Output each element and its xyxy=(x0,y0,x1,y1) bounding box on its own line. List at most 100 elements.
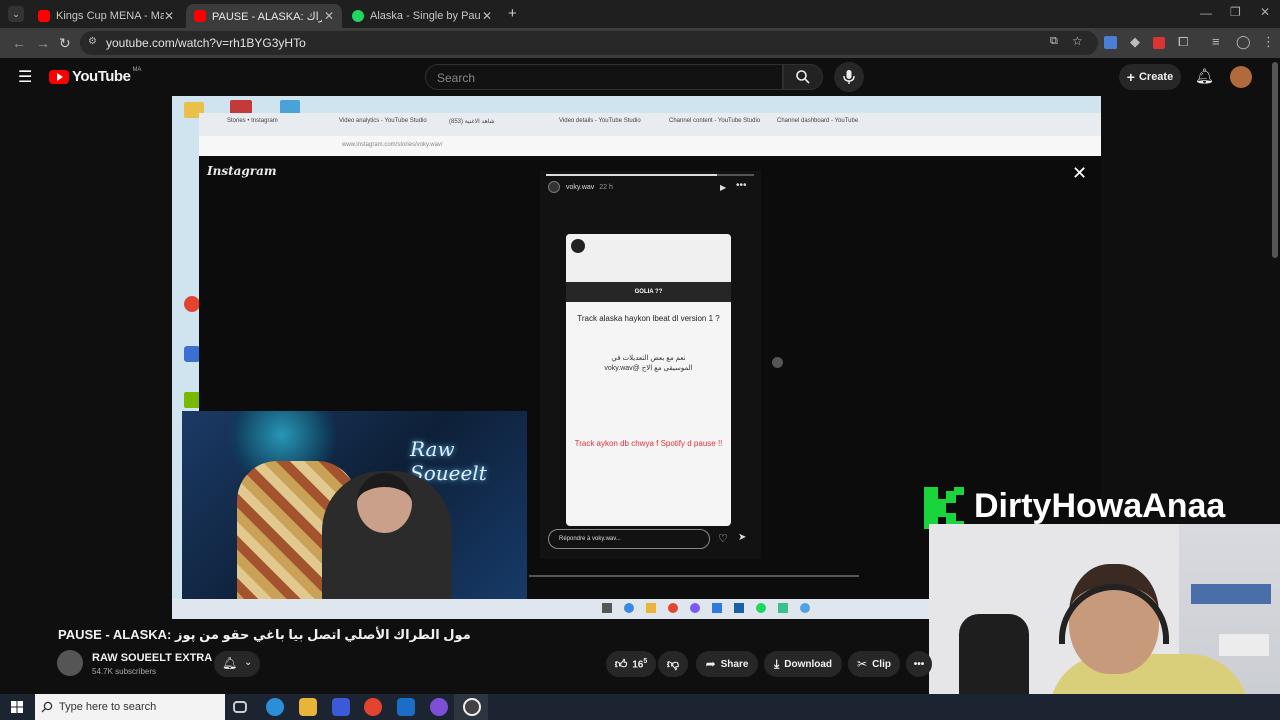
channel-avatar[interactable] xyxy=(57,650,83,676)
chrome-icon[interactable] xyxy=(364,698,382,716)
inner-taskbar-icon xyxy=(690,603,700,613)
card-answer-line2: voky.wav@ الموسيقى مع الاخ xyxy=(604,365,693,372)
taskbar-search-input[interactable]: Type here to search xyxy=(35,694,225,720)
search-icon xyxy=(41,701,53,713)
download-button[interactable]: ⤓ Download xyxy=(764,651,842,677)
profile-icon[interactable]: ◯ xyxy=(1236,34,1251,50)
outlook-icon[interactable] xyxy=(397,698,415,716)
extension-icon[interactable]: ◆ xyxy=(1130,34,1140,50)
app-icon[interactable] xyxy=(430,698,448,716)
story-more-icon: ••• xyxy=(736,180,747,191)
inner-tab: Video details - YouTube Studio xyxy=(559,118,641,124)
create-button[interactable]: + Create xyxy=(1119,64,1181,90)
story-avatar xyxy=(548,181,560,193)
story-username: voky.wav xyxy=(566,184,595,191)
microphone-icon xyxy=(843,70,855,84)
instagram-logo: Instagram xyxy=(207,164,277,178)
browser-toolbar: ← → ↻ ⚙ youtube.com/watch?v=rh1BYG3yHTo … xyxy=(0,28,1280,58)
inner-taskbar-icon xyxy=(778,603,788,613)
tab-title: Alaska - Single by Pause | Spotify xyxy=(370,10,480,22)
search-button[interactable] xyxy=(783,64,823,90)
install-app-icon[interactable]: ⧉ xyxy=(1050,35,1058,48)
like-button[interactable]: 👍︎ 165 xyxy=(606,651,656,677)
inner-taskbar-icon xyxy=(602,603,612,613)
reload-icon[interactable]: ↻ xyxy=(59,35,71,52)
windows-taskbar: Type here to search xyxy=(0,694,1280,720)
youtube-favicon-icon xyxy=(194,10,206,22)
notifications-bell-icon[interactable]: 🔔︎ xyxy=(1195,67,1214,85)
inner-taskbar-icon xyxy=(668,603,678,613)
extensions-puzzle-icon[interactable]: ⧠ xyxy=(1178,34,1188,50)
youtube-header: ☰ YouTube MA Search + Create 🔔︎ xyxy=(0,58,1280,96)
minimize-icon[interactable]: — xyxy=(1200,6,1212,20)
overlay-brand: DirtyHowaAnaa xyxy=(922,487,1280,529)
subscriber-count: 54.7K subscribers xyxy=(92,667,157,676)
voice-search-button[interactable] xyxy=(834,62,864,92)
window-close-icon[interactable]: ✕ xyxy=(1260,5,1270,19)
windows-start-icon[interactable] xyxy=(11,701,23,713)
microsoft-store-icon[interactable] xyxy=(332,698,350,716)
close-icon[interactable]: ✕ xyxy=(324,9,334,23)
card-header-area xyxy=(566,234,731,282)
share-icon: ➦ xyxy=(705,657,716,671)
user-avatar[interactable] xyxy=(1230,66,1252,88)
menu-kebab-icon[interactable]: ⋮ xyxy=(1262,34,1275,50)
story-question-card: GOLIA ?? Track alaska haykon lbeat dl ve… xyxy=(566,234,731,526)
story-close-icon: ✕ xyxy=(1072,163,1088,183)
instagram-story: voky.wav 22 h ▶ ••• GOLIA ?? Track alask… xyxy=(540,171,761,559)
omnibox[interactable]: ⚙ youtube.com/watch?v=rh1BYG3yHTo ⧉ ☆ xyxy=(80,31,1098,55)
create-label: Create xyxy=(1138,71,1174,83)
more-icon: ••• xyxy=(913,658,925,670)
share-button[interactable]: ➦ Share xyxy=(696,651,758,677)
hamburger-menu-icon[interactable]: ☰ xyxy=(18,67,32,87)
inner-tab: (853) شاهد الاغنية xyxy=(449,119,495,125)
inner-url-text: www.instagram.com/stories/voky.wav/ xyxy=(342,142,443,148)
close-icon[interactable]: ✕ xyxy=(482,9,492,23)
active-app-indicator xyxy=(454,694,488,720)
card-red-text: Track aykon db chwya f Spotify d pause !… xyxy=(574,439,723,448)
facecam-shelf-items xyxy=(1219,634,1269,656)
reply-placeholder: Répondre à voky.wav... xyxy=(559,536,621,542)
tab-title: PAUSE - ALASKA: مول الطراك xyxy=(212,10,322,23)
story-time: 22 h xyxy=(599,184,613,191)
overlay-brand-text: DirtyHowaAnaa xyxy=(974,487,1226,525)
tab-pause-alaska[interactable]: PAUSE - ALASKA: مول الطراك ✕ xyxy=(186,4,342,28)
task-view-icon[interactable] xyxy=(233,701,247,713)
youtube-logo[interactable]: YouTube MA xyxy=(49,66,142,85)
clip-button[interactable]: ✂ Clip xyxy=(848,651,900,677)
more-actions-button[interactable]: ••• xyxy=(906,651,932,677)
site-info-icon[interactable]: ⚙ xyxy=(88,36,97,47)
tab-kings-cup[interactable]: Kings Cup MENA - Matchday ✕ xyxy=(30,4,182,28)
channel-name[interactable]: RAW SOUEELT EXTRA xyxy=(92,652,212,664)
extension-red-icon[interactable] xyxy=(1153,37,1165,49)
translate-extension-icon[interactable] xyxy=(1104,36,1117,49)
dislike-button[interactable]: 👎︎ xyxy=(658,651,688,677)
tab-search-icon[interactable]: ⌄ xyxy=(8,6,24,22)
youtube-play-icon xyxy=(49,69,69,84)
region-code: MA xyxy=(132,66,142,73)
inner-tab: Channel dashboard - YouTube xyxy=(777,118,859,124)
file-explorer-icon[interactable] xyxy=(299,698,317,716)
subscription-bell-button[interactable]: 🔔︎ ⌄ xyxy=(214,651,260,677)
new-tab-icon[interactable]: + xyxy=(508,5,517,22)
bookmark-star-icon[interactable]: ☆ xyxy=(1072,34,1083,48)
video-title: PAUSE - ALASKA: مول الطراك الأصلي اتصل ب… xyxy=(58,627,471,642)
share-label: Share xyxy=(720,658,749,670)
download-icon: ⤓ xyxy=(773,656,780,671)
story-reply-input: Répondre à voky.wav... xyxy=(548,529,710,549)
url-text[interactable]: youtube.com/watch?v=rh1BYG3yHTo xyxy=(106,36,306,50)
search-input[interactable]: Search xyxy=(425,64,783,90)
bell-icon: 🔔︎ xyxy=(222,656,238,670)
media-control-icon[interactable]: ≡ xyxy=(1212,34,1220,49)
inner-tab: Stories • Instagram xyxy=(227,118,278,124)
inner-taskbar-icon xyxy=(624,603,634,613)
story-play-icon: ▶ xyxy=(720,183,727,192)
tab-spotify[interactable]: Alaska - Single by Pause | Spotify ✕ xyxy=(344,4,500,28)
page-scrollbar[interactable] xyxy=(1272,62,1278,258)
inner-taskbar-icon xyxy=(646,603,656,613)
back-icon[interactable]: ← xyxy=(12,35,26,51)
maximize-icon[interactable]: ❐ xyxy=(1230,5,1241,19)
forward-icon[interactable]: → xyxy=(36,35,50,51)
close-icon[interactable]: ✕ xyxy=(164,9,174,23)
edge-browser-icon[interactable] xyxy=(266,698,284,716)
